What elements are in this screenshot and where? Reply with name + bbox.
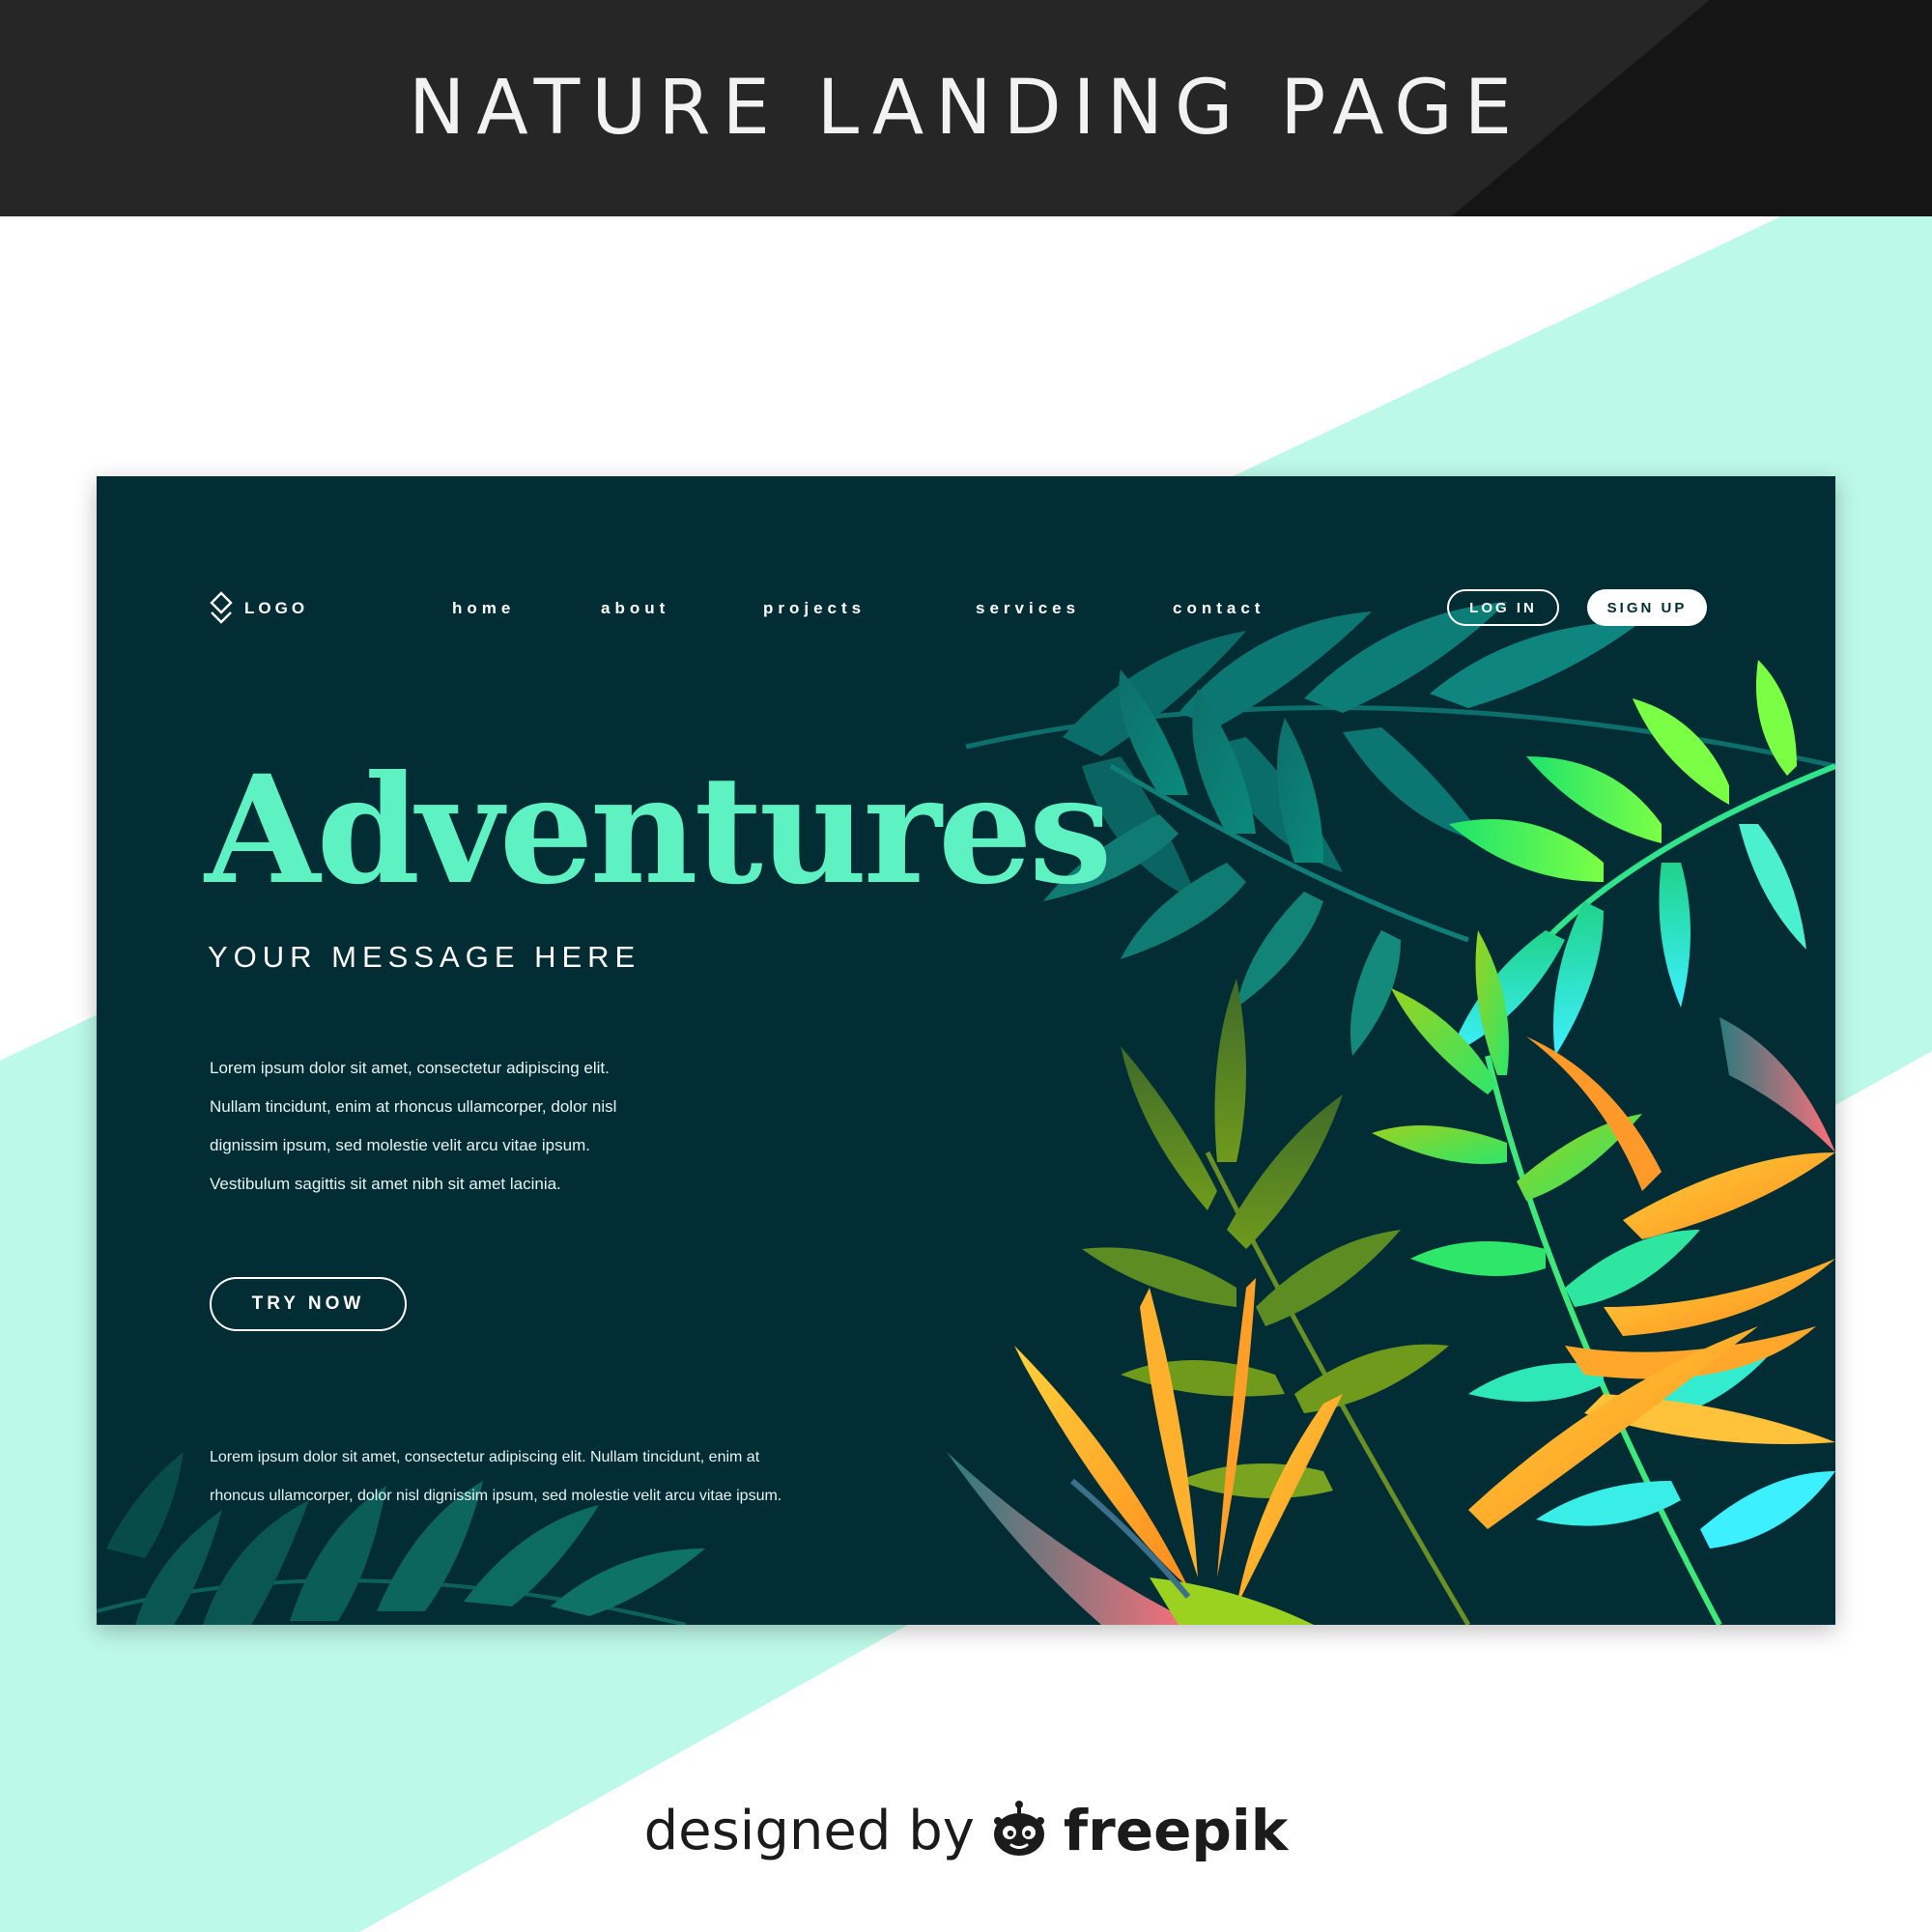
hero-subtitle: YOUR MESSAGE HERE: [208, 940, 641, 974]
nav-services[interactable]: services: [976, 587, 1080, 630]
banner-title: NATURE LANDING PAGE: [408, 65, 1524, 152]
landing-page-card: LOGO home about projects services contac…: [97, 476, 1835, 1625]
logo-text: LOGO: [244, 599, 309, 617]
top-banner: NATURE LANDING PAGE: [0, 0, 1932, 216]
hero-title: Adventures: [205, 743, 1113, 918]
hero-body-text: Lorem ipsum dolor sit amet, consectetur …: [210, 1049, 886, 1204]
footer-line: Lorem ipsum dolor sit amet, consectetur …: [210, 1449, 760, 1465]
nav-about[interactable]: about: [601, 587, 669, 630]
credit-designed-by: designed by: [643, 1799, 975, 1862]
credit: designed by freepik: [0, 1787, 1932, 1874]
footer-line: rhoncus ullamcorper, dolor nisl dignissi…: [210, 1488, 782, 1504]
logo[interactable]: LOGO: [208, 587, 308, 630]
hero-body-line: Vestibulum sagittis sit amet nibh sit am…: [210, 1175, 561, 1193]
top-navigation: LOGO home about projects services contac…: [97, 587, 1835, 630]
hero-body-line: Lorem ipsum dolor sit amet, consectetur …: [210, 1059, 610, 1077]
hero-body-line: Nullam tincidunt, enim at rhoncus ullamc…: [210, 1097, 617, 1116]
nav-home[interactable]: home: [452, 587, 515, 630]
diamond-stack-icon: [210, 591, 233, 624]
try-now-button[interactable]: TRY NOW: [210, 1277, 407, 1331]
footer-text: Lorem ipsum dolor sit amet, consectetur …: [210, 1438, 963, 1516]
credit-brand: freepik: [1063, 1798, 1289, 1863]
signup-button[interactable]: SIGN UP: [1587, 589, 1707, 626]
freepik-mascot-icon: [993, 1801, 1044, 1856]
login-button[interactable]: LOG IN: [1447, 589, 1559, 626]
hero-body-line: dignissim ipsum, sed molestie velit arcu…: [210, 1136, 590, 1154]
nav-projects[interactable]: projects: [763, 587, 866, 630]
nav-contact[interactable]: contact: [1173, 587, 1264, 630]
